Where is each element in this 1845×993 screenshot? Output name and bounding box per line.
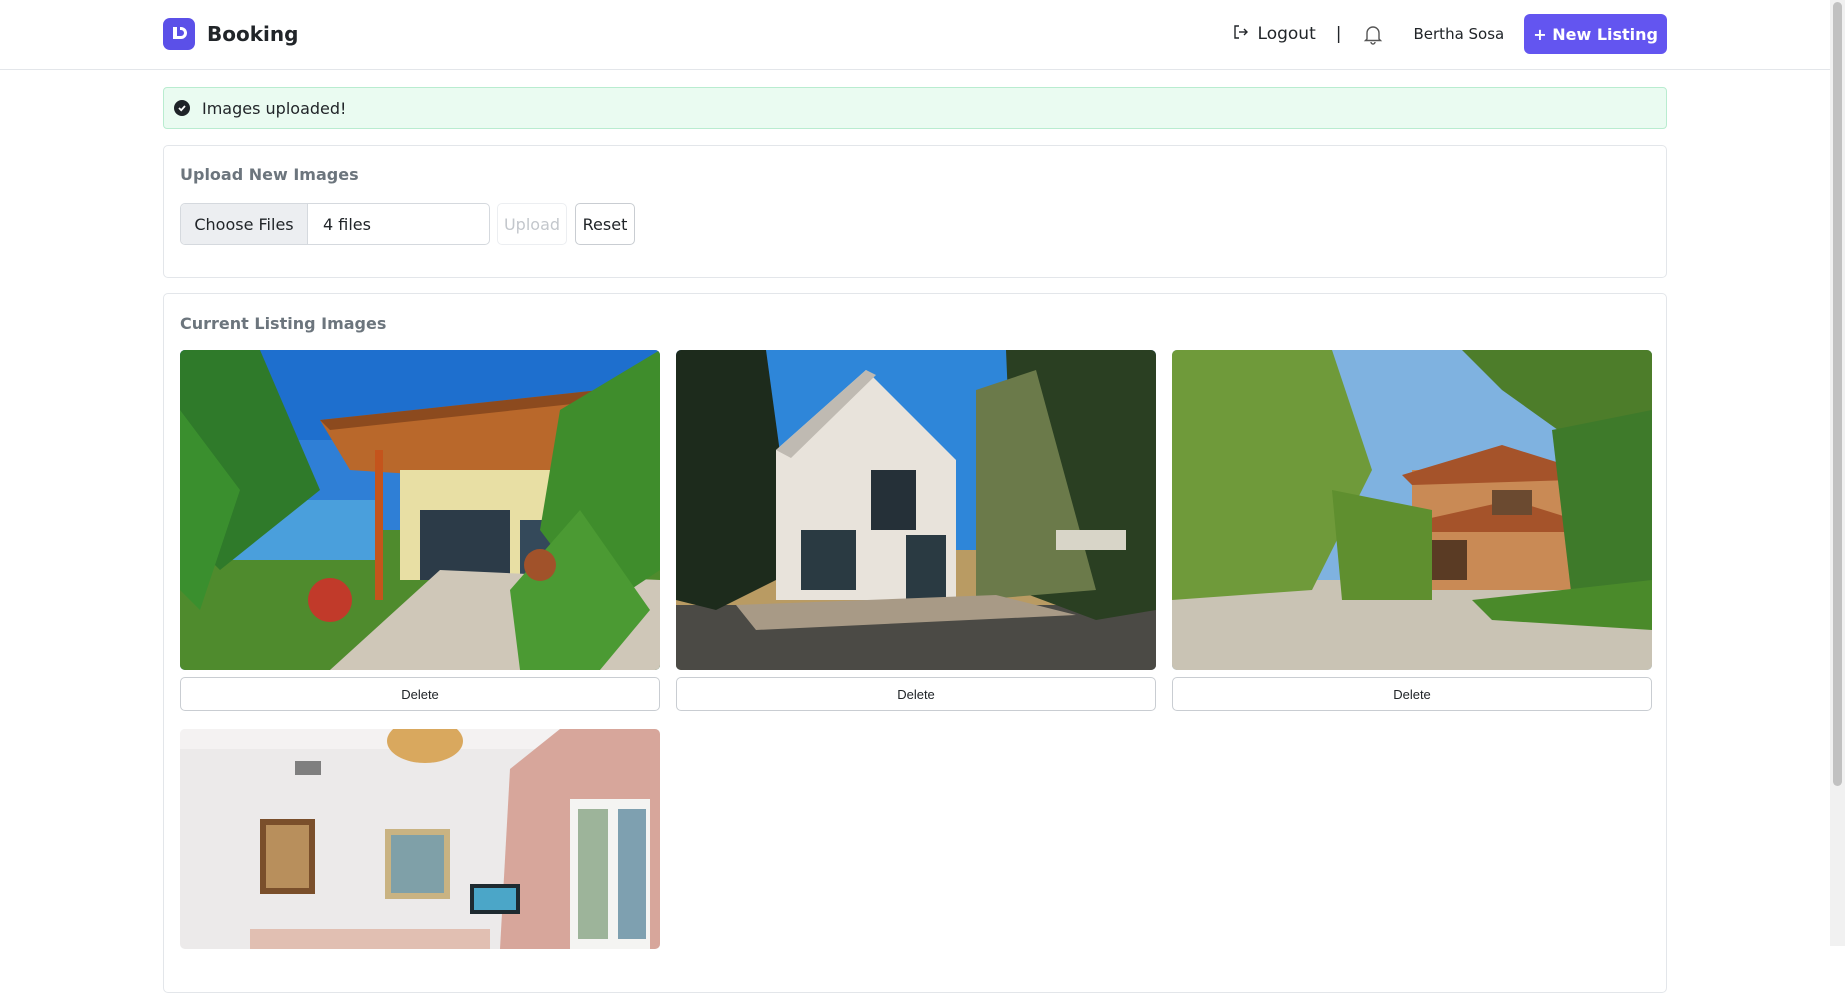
file-input[interactable]: Choose Files 4 files (180, 203, 490, 245)
upload-card: Upload New Images Choose Files 4 files U… (163, 145, 1667, 278)
success-alert: Images uploaded! (163, 87, 1667, 129)
scrollbar-thumb[interactable] (1833, 2, 1842, 786)
listing-image-4[interactable] (180, 729, 660, 949)
top-navbar: Booking Logout | Bertha Sosa + New Listi… (0, 0, 1845, 70)
listing-image-1[interactable] (180, 350, 660, 670)
logout-icon (1232, 23, 1250, 46)
reset-button[interactable]: Reset (575, 203, 635, 245)
check-circle-icon (174, 100, 190, 116)
listing-image-2[interactable] (676, 350, 1156, 670)
notifications-bell-icon[interactable] (1362, 23, 1384, 45)
listing-image-3[interactable] (1172, 350, 1652, 670)
images-card-title: Current Listing Images (180, 314, 387, 333)
selected-file-count: 4 files (323, 214, 371, 234)
alert-message: Images uploaded! (202, 98, 347, 118)
nav-separator: | (1335, 24, 1342, 44)
new-listing-button[interactable]: + New Listing (1524, 14, 1667, 54)
logout-button[interactable]: Logout (1232, 23, 1316, 46)
user-name[interactable]: Bertha Sosa (1414, 25, 1505, 43)
upload-card-title: Upload New Images (180, 165, 359, 184)
delete-image-1-button[interactable]: Delete (180, 677, 660, 711)
delete-image-2-button[interactable]: Delete (676, 677, 1156, 711)
upload-button[interactable]: Upload (497, 203, 567, 245)
brand-name: Booking (207, 22, 299, 46)
booking-logo-icon (163, 18, 195, 50)
brand[interactable]: Booking (163, 18, 298, 50)
listing-images-card: Current Listing Images Delete Delete Del… (163, 293, 1667, 993)
page-scrollbar[interactable] (1830, 0, 1845, 946)
delete-image-3-button[interactable]: Delete (1172, 677, 1652, 711)
choose-files-button[interactable]: Choose Files (181, 204, 308, 244)
logout-label: Logout (1257, 24, 1316, 44)
